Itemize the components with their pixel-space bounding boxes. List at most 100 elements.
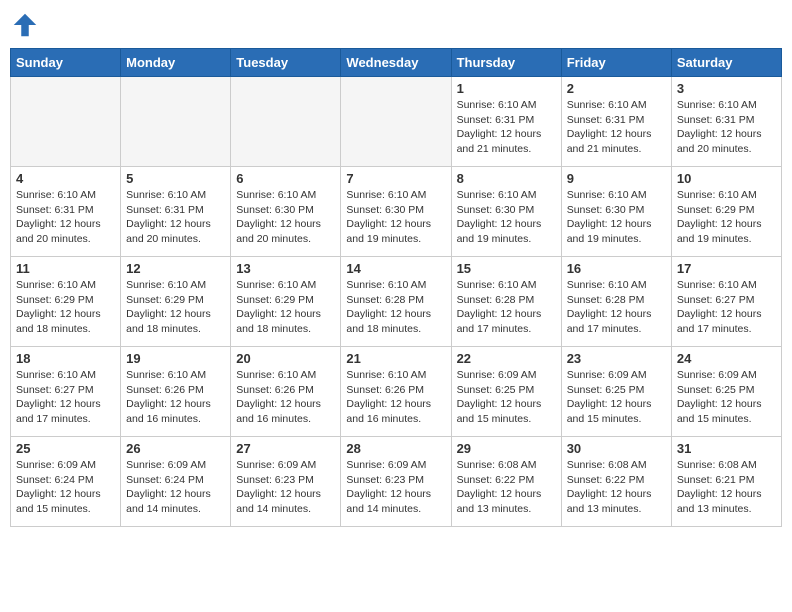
day-info: Sunrise: 6:10 AM Sunset: 6:28 PM Dayligh… [346,278,445,337]
day-number: 19 [126,351,225,366]
calendar-cell: 24 Sunrise: 6:09 AM Sunset: 6:25 PM Dayli… [671,347,781,437]
calendar-cell: 12Sunrise: 6:10 AM Sunset: 6:29 PM Dayli… [121,257,231,347]
day-number: 21 [346,351,445,366]
day-number: 25 [16,441,115,456]
day-number: 7 [346,171,445,186]
day-info: Sunrise: 6:10 AM Sunset: 6:31 PM Dayligh… [567,98,666,157]
calendar-cell [121,77,231,167]
day-number: 10 [677,171,776,186]
day-number: 1 [457,81,556,96]
calendar-cell: 14Sunrise: 6:10 AM Sunset: 6:28 PM Dayli… [341,257,451,347]
calendar-cell: 15Sunrise: 6:10 AM Sunset: 6:28 PM Dayli… [451,257,561,347]
day-info: Sunrise: 6:09 AM Sunset: 6:24 PM Dayligh… [126,458,225,517]
calendar-cell: 28 Sunrise: 6:09 AM Sunset: 6:23 PM Dayli… [341,437,451,527]
day-header-thursday: Thursday [451,49,561,77]
day-number: 31 [677,441,776,456]
day-info: Sunrise: 6:10 AM Sunset: 6:29 PM Dayligh… [16,278,115,337]
day-number: 13 [236,261,335,276]
day-info: Sunrise: 6:10 AM Sunset: 6:30 PM Dayligh… [346,188,445,247]
day-number: 18 [16,351,115,366]
calendar-cell: 4 Sunrise: 6:10 AM Sunset: 6:31 PM Daylig… [11,167,121,257]
day-info: Sunrise: 6:10 AM Sunset: 6:26 PM Dayligh… [236,368,335,427]
week-row-4: 25 Sunrise: 6:09 AM Sunset: 6:24 PM Dayli… [11,437,782,527]
calendar-cell [231,77,341,167]
day-info: Sunrise: 6:10 AM Sunset: 6:26 PM Dayligh… [346,368,445,427]
day-number: 11 [16,261,115,276]
day-number: 6 [236,171,335,186]
day-info: Sunrise: 6:10 AM Sunset: 6:27 PM Dayligh… [16,368,115,427]
day-number: 30 [567,441,666,456]
day-info: Sunrise: 6:10 AM Sunset: 6:31 PM Dayligh… [126,188,225,247]
day-number: 23 [567,351,666,366]
calendar-cell: 20 Sunrise: 6:10 AM Sunset: 6:26 PM Dayli… [231,347,341,437]
calendar-cell: 10 Sunrise: 6:10 AM Sunset: 6:29 PM Dayli… [671,167,781,257]
day-header-sunday: Sunday [11,49,121,77]
calendar-table: SundayMondayTuesdayWednesdayThursdayFrid… [10,48,782,527]
calendar-cell: 6Sunrise: 6:10 AM Sunset: 6:30 PM Daylig… [231,167,341,257]
week-row-0: 1 Sunrise: 6:10 AM Sunset: 6:31 PM Daylig… [11,77,782,167]
day-number: 9 [567,171,666,186]
calendar-cell: 27 Sunrise: 6:09 AM Sunset: 6:23 PM Dayli… [231,437,341,527]
day-number: 16 [567,261,666,276]
day-info: Sunrise: 6:08 AM Sunset: 6:22 PM Dayligh… [567,458,666,517]
calendar-cell: 30 Sunrise: 6:08 AM Sunset: 6:22 PM Dayli… [561,437,671,527]
calendar-cell: 8 Sunrise: 6:10 AM Sunset: 6:30 PM Daylig… [451,167,561,257]
day-info: Sunrise: 6:10 AM Sunset: 6:28 PM Dayligh… [567,278,666,337]
calendar-cell: 11 Sunrise: 6:10 AM Sunset: 6:29 PM Dayli… [11,257,121,347]
day-number: 2 [567,81,666,96]
day-header-wednesday: Wednesday [341,49,451,77]
day-number: 22 [457,351,556,366]
day-info: Sunrise: 6:10 AM Sunset: 6:31 PM Dayligh… [677,98,776,157]
calendar-cell: 21 Sunrise: 6:10 AM Sunset: 6:26 PM Dayli… [341,347,451,437]
day-header-monday: Monday [121,49,231,77]
week-row-2: 11 Sunrise: 6:10 AM Sunset: 6:29 PM Dayli… [11,257,782,347]
calendar-cell [11,77,121,167]
calendar-cell: 13Sunrise: 6:10 AM Sunset: 6:29 PM Dayli… [231,257,341,347]
calendar-cell: 22 Sunrise: 6:09 AM Sunset: 6:25 PM Dayli… [451,347,561,437]
day-header-tuesday: Tuesday [231,49,341,77]
day-number: 27 [236,441,335,456]
day-info: Sunrise: 6:10 AM Sunset: 6:27 PM Dayligh… [677,278,776,337]
calendar-cell [341,77,451,167]
day-info: Sunrise: 6:10 AM Sunset: 6:31 PM Dayligh… [16,188,115,247]
day-number: 28 [346,441,445,456]
day-info: Sunrise: 6:09 AM Sunset: 6:23 PM Dayligh… [236,458,335,517]
calendar-cell: 25 Sunrise: 6:09 AM Sunset: 6:24 PM Dayli… [11,437,121,527]
week-row-1: 4 Sunrise: 6:10 AM Sunset: 6:31 PM Daylig… [11,167,782,257]
day-number: 29 [457,441,556,456]
day-info: Sunrise: 6:09 AM Sunset: 6:25 PM Dayligh… [457,368,556,427]
day-info: Sunrise: 6:08 AM Sunset: 6:21 PM Dayligh… [677,458,776,517]
logo-icon [10,10,40,40]
calendar-cell: 1 Sunrise: 6:10 AM Sunset: 6:31 PM Daylig… [451,77,561,167]
day-number: 5 [126,171,225,186]
day-number: 4 [16,171,115,186]
calendar-cell: 5 Sunrise: 6:10 AM Sunset: 6:31 PM Daylig… [121,167,231,257]
calendar-cell: 26 Sunrise: 6:09 AM Sunset: 6:24 PM Dayli… [121,437,231,527]
day-info: Sunrise: 6:10 AM Sunset: 6:30 PM Dayligh… [567,188,666,247]
day-info: Sunrise: 6:09 AM Sunset: 6:25 PM Dayligh… [677,368,776,427]
calendar-cell: 19 Sunrise: 6:10 AM Sunset: 6:26 PM Dayli… [121,347,231,437]
calendar-cell: 9 Sunrise: 6:10 AM Sunset: 6:30 PM Daylig… [561,167,671,257]
day-number: 24 [677,351,776,366]
day-number: 20 [236,351,335,366]
day-info: Sunrise: 6:10 AM Sunset: 6:29 PM Dayligh… [126,278,225,337]
calendar-cell: 18 Sunrise: 6:10 AM Sunset: 6:27 PM Dayli… [11,347,121,437]
day-number: 15 [457,261,556,276]
day-header-saturday: Saturday [671,49,781,77]
calendar-cell: 29Sunrise: 6:08 AM Sunset: 6:22 PM Dayli… [451,437,561,527]
day-info: Sunrise: 6:10 AM Sunset: 6:29 PM Dayligh… [677,188,776,247]
calendar-cell: 17 Sunrise: 6:10 AM Sunset: 6:27 PM Dayli… [671,257,781,347]
day-number: 26 [126,441,225,456]
day-info: Sunrise: 6:09 AM Sunset: 6:25 PM Dayligh… [567,368,666,427]
week-row-3: 18 Sunrise: 6:10 AM Sunset: 6:27 PM Dayli… [11,347,782,437]
day-number: 8 [457,171,556,186]
days-header-row: SundayMondayTuesdayWednesdayThursdayFrid… [11,49,782,77]
day-number: 17 [677,261,776,276]
calendar-cell: 7 Sunrise: 6:10 AM Sunset: 6:30 PM Daylig… [341,167,451,257]
day-info: Sunrise: 6:09 AM Sunset: 6:24 PM Dayligh… [16,458,115,517]
day-info: Sunrise: 6:10 AM Sunset: 6:30 PM Dayligh… [457,188,556,247]
day-info: Sunrise: 6:10 AM Sunset: 6:31 PM Dayligh… [457,98,556,157]
day-info: Sunrise: 6:09 AM Sunset: 6:23 PM Dayligh… [346,458,445,517]
calendar-cell: 16 Sunrise: 6:10 AM Sunset: 6:28 PM Dayli… [561,257,671,347]
day-info: Sunrise: 6:10 AM Sunset: 6:26 PM Dayligh… [126,368,225,427]
